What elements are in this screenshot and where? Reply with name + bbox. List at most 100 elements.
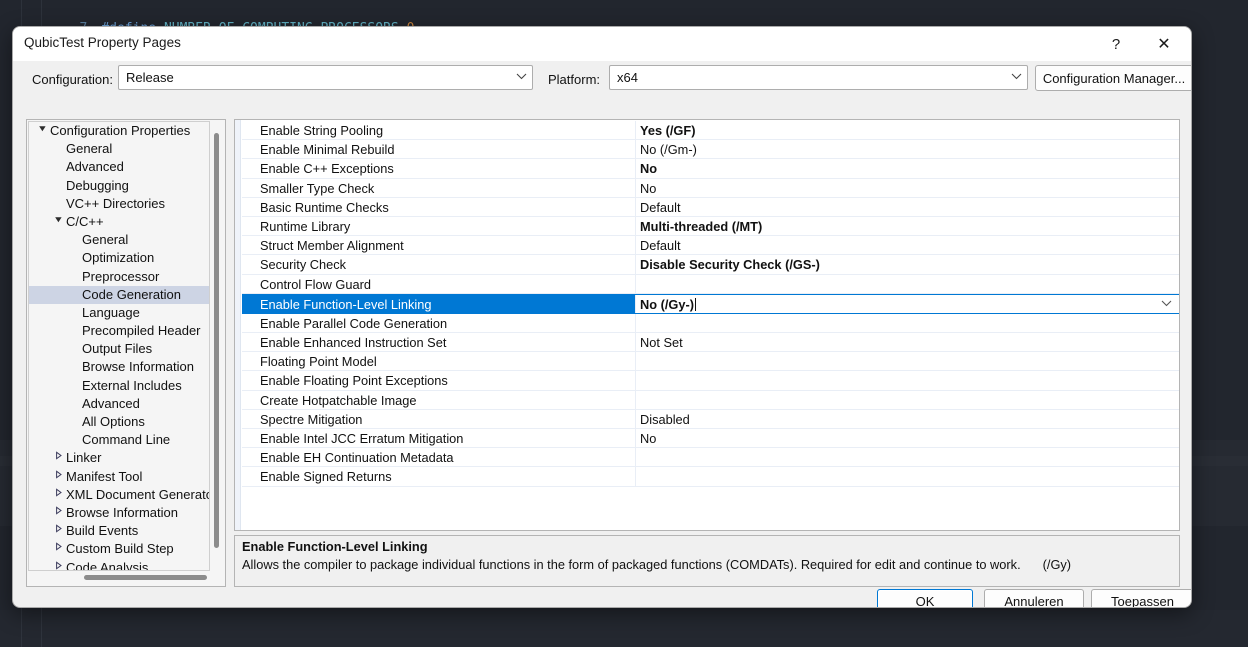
twisty-expanded-icon[interactable] (35, 122, 49, 140)
tree-item-all-options[interactable]: All Options (29, 413, 209, 431)
tree-vertical-scroll-thumb[interactable] (214, 133, 219, 548)
property-row[interactable]: Create Hotpatchable Image (242, 390, 1179, 410)
property-value[interactable]: Disable Security Check (/GS-) (640, 255, 1155, 274)
tree-item-label: VC++ Directories (66, 195, 165, 211)
close-icon[interactable]: ✕ (1141, 27, 1187, 61)
tree-item-general[interactable]: General (29, 231, 209, 249)
property-grid-rows[interactable]: Enable String Pooling Yes (/GF) Enable Min… (242, 121, 1179, 530)
tree-item-custom-build-step[interactable]: Custom Build Step (29, 540, 209, 558)
twisty-collapsed-icon[interactable] (51, 559, 65, 571)
property-row[interactable]: Enable EH Continuation Metadata (242, 448, 1179, 468)
property-row[interactable]: Enable String Pooling Yes (/GF) (242, 121, 1179, 141)
twisty-expanded-icon[interactable] (51, 213, 65, 231)
property-row[interactable]: Enable Minimal Rebuild No (/Gm-) (242, 140, 1179, 160)
configuration-tree-pane: Configuration Properties General Advanced D… (26, 119, 226, 587)
tree-item-label: Browse Information (66, 504, 178, 520)
property-value[interactable]: No (640, 179, 1155, 198)
tree-item-label: All Options (82, 414, 145, 429)
tree-item-browse-information[interactable]: Browse Information (29, 504, 209, 522)
property-value-text: Disabled (640, 411, 690, 427)
property-row[interactable]: Security Check Disable Security Check (/G… (242, 255, 1179, 275)
tree-item-debugging[interactable]: Debugging (29, 177, 209, 195)
property-value[interactable]: No (640, 429, 1155, 448)
property-value[interactable]: Yes (/GF) (640, 121, 1155, 140)
property-row[interactable]: Enable C++ Exceptions No (242, 159, 1179, 179)
dialog-titlebar[interactable]: QubicTest Property Pages ? ✕ (13, 27, 1191, 61)
help-icon[interactable]: ? (1093, 27, 1139, 61)
tree-vertical-scrollbar[interactable] (210, 122, 223, 570)
tree-item-label: Advanced (66, 159, 124, 175)
tree-item-label: Optimization (82, 250, 155, 266)
tree-item-browse-information[interactable]: Browse Information (29, 358, 209, 376)
property-name: Floating Point Model (260, 354, 377, 370)
twisty-collapsed-icon[interactable] (51, 540, 65, 558)
property-value[interactable]: No (/Gm-) (640, 140, 1155, 159)
tree-item-linker[interactable]: Linker (29, 449, 209, 467)
property-row[interactable]: Enable Signed Returns (242, 467, 1179, 487)
configuration-tree[interactable]: Configuration Properties General Advanced D… (28, 121, 210, 571)
tree-horizontal-scroll-thumb[interactable] (84, 575, 207, 580)
tree-item-advanced[interactable]: Advanced (29, 395, 209, 413)
platform-dropdown[interactable]: x64 (609, 65, 1028, 90)
chevron-down-icon (1005, 73, 1027, 83)
tree-item-code-generation[interactable]: Code Generation (29, 285, 209, 304)
description-title: Enable Function-Level Linking (242, 539, 428, 554)
tree-item-label: Code Generation (82, 286, 182, 302)
property-name: Control Flow Guard (260, 276, 371, 292)
tree-item-optimization[interactable]: Optimization (29, 249, 209, 267)
property-row[interactable]: Enable Intel JCC Erratum Mitigation No (242, 429, 1179, 449)
property-row[interactable]: Basic Runtime Checks Default (242, 197, 1179, 217)
tree-item-preprocessor[interactable]: Preprocessor (29, 268, 209, 286)
twisty-collapsed-icon[interactable] (51, 486, 65, 504)
tree-item-label: General (66, 141, 113, 157)
tree-item-vc-directories[interactable]: VC++ Directories (29, 195, 209, 213)
property-row[interactable]: Floating Point Model (242, 352, 1179, 372)
property-value[interactable]: Disabled (640, 410, 1155, 429)
tree-item-label: XML Document Generator (66, 486, 210, 502)
tree-item-command-line[interactable]: Command Line (29, 431, 209, 449)
configuration-manager-button[interactable]: Configuration Manager... (1035, 65, 1191, 91)
property-value[interactable]: Multi-threaded (/MT) (640, 217, 1155, 236)
tree-horizontal-scrollbar[interactable] (30, 572, 222, 583)
property-value[interactable]: No (/Gy-) (640, 295, 1155, 314)
property-row[interactable]: Runtime Library Multi-threaded (/MT) (242, 216, 1179, 237)
tree-item-configuration-properties[interactable]: Configuration Properties (29, 122, 209, 140)
property-row[interactable]: Enable Floating Point Exceptions (242, 371, 1179, 391)
tree-item-external-includes[interactable]: External Includes (29, 377, 209, 395)
apply-button[interactable]: Toepassen (1091, 589, 1191, 607)
property-value[interactable]: Not Set (640, 333, 1155, 352)
cancel-button[interactable]: Annuleren (984, 589, 1084, 607)
property-name: Smaller Type Check (260, 180, 375, 196)
tree-item-manifest-tool[interactable]: Manifest Tool (29, 468, 209, 486)
tree-item-output-files[interactable]: Output Files (29, 340, 209, 358)
value-chevron-down-icon[interactable] (1157, 295, 1175, 314)
property-row[interactable]: Spectre Mitigation Disabled (242, 409, 1179, 429)
tree-item-language[interactable]: Language (29, 304, 209, 322)
twisty-collapsed-icon[interactable] (51, 468, 65, 486)
property-row[interactable]: Enable Parallel Code Generation (242, 313, 1179, 334)
ok-button[interactable]: OK (877, 589, 973, 607)
property-value[interactable]: Default (640, 236, 1155, 255)
twisty-collapsed-icon[interactable] (51, 504, 65, 522)
twisty-collapsed-icon[interactable] (51, 522, 65, 540)
tree-item-build-events[interactable]: Build Events (29, 522, 209, 540)
property-row[interactable]: Control Flow Guard (242, 274, 1179, 294)
tree-item-label: Preprocessor (82, 268, 160, 284)
property-value[interactable]: Default (640, 198, 1155, 217)
configuration-dropdown[interactable]: Release (118, 65, 533, 90)
tree-item-c-c[interactable]: C/C++ (29, 213, 209, 231)
property-name: Enable Intel JCC Erratum Mitigation (260, 431, 464, 446)
tree-item-general[interactable]: General (29, 140, 209, 158)
property-row[interactable]: Enable Enhanced Instruction Set Not Set (242, 333, 1179, 353)
property-row[interactable]: Smaller Type Check No (242, 178, 1179, 198)
property-row[interactable]: Struct Member Alignment Default (242, 236, 1179, 256)
property-value[interactable]: No (640, 159, 1155, 178)
property-name: Spectre Mitigation (260, 411, 363, 427)
property-name: Enable Signed Returns (260, 469, 392, 485)
tree-item-xml-document-generator[interactable]: XML Document Generator (29, 486, 209, 504)
twisty-collapsed-icon[interactable] (51, 449, 65, 467)
tree-item-precompiled-header[interactable]: Precompiled Header (29, 322, 209, 340)
tree-item-code-analysis[interactable]: Code Analysis (29, 559, 209, 571)
tree-item-advanced[interactable]: Advanced (29, 158, 209, 176)
property-row[interactable]: Enable Function-Level Linking No (/Gy-) (242, 293, 1179, 314)
